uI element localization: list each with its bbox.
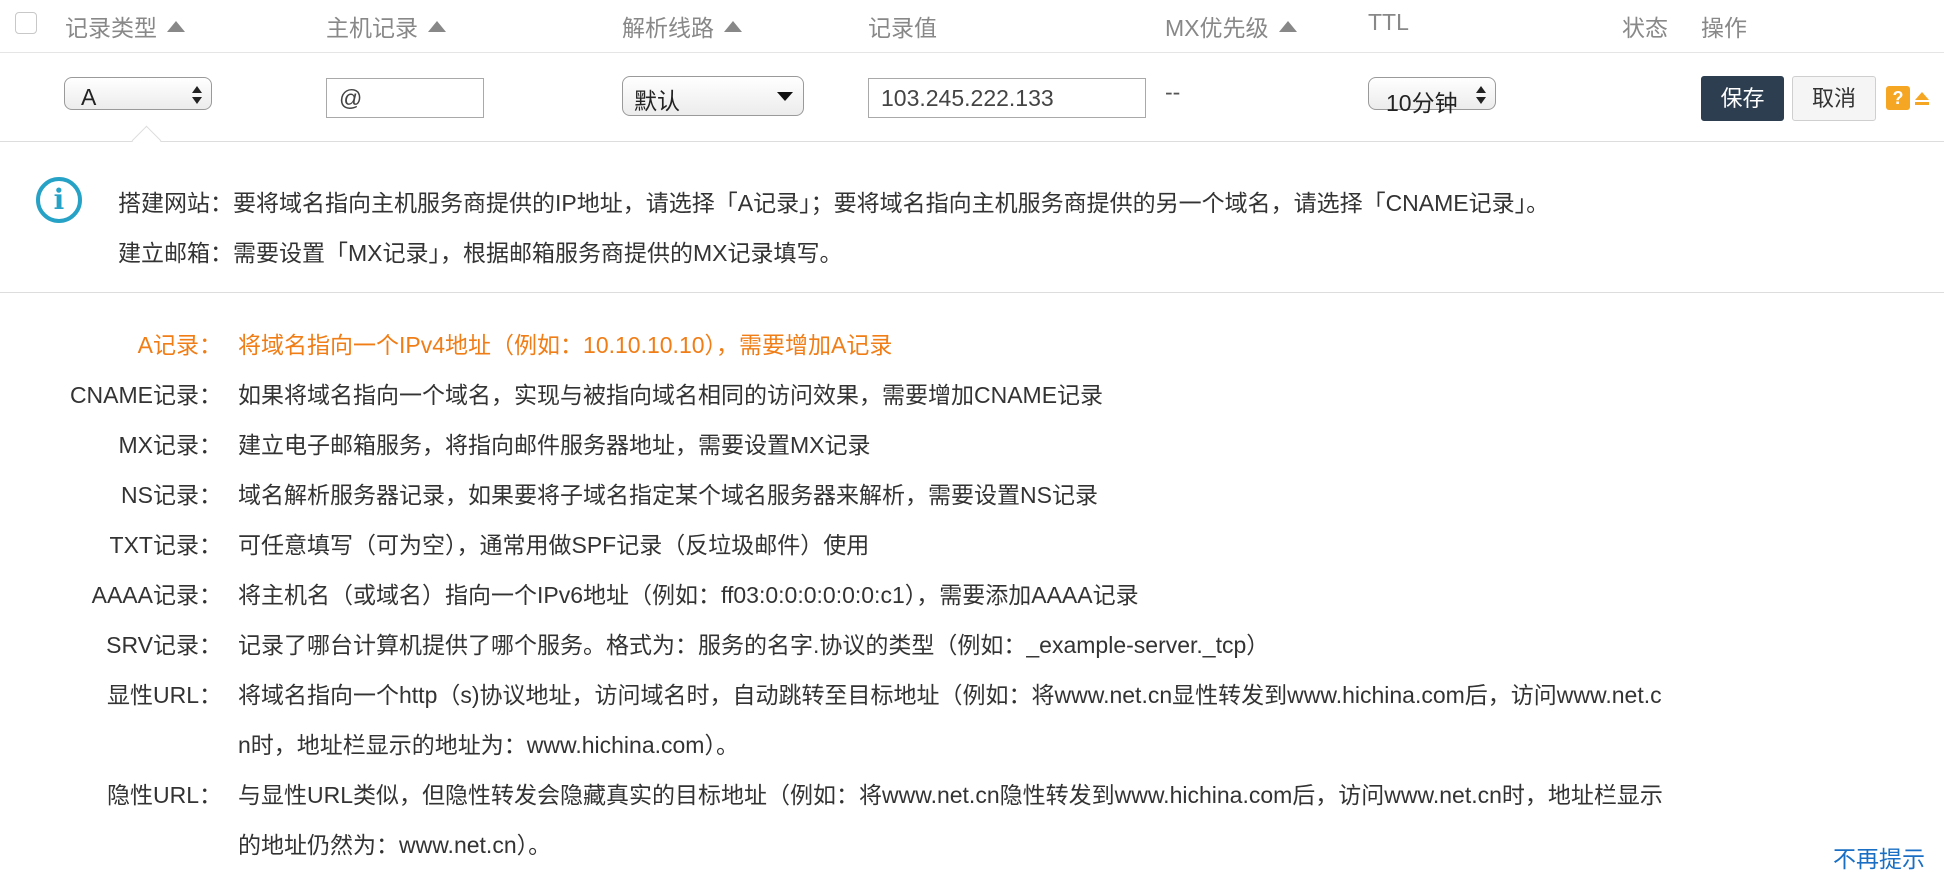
column-host[interactable]: 主机记录 <box>326 9 446 43</box>
ttl-value: 10分钟 <box>1386 90 1458 116</box>
sort-up-icon[interactable] <box>167 21 185 33</box>
column-value: 记录值 <box>868 15 937 41</box>
divider <box>0 292 1944 293</box>
column-label: MX优先级 <box>1165 15 1269 41</box>
record-type-select[interactable]: A <box>64 77 212 110</box>
info-line-website: 搭建网站：要将域名指向主机服务商提供的IP地址，请选择「A记录」；要将域名指向主… <box>118 184 1549 218</box>
column-line[interactable]: 解析线路 <box>622 9 742 43</box>
info-text: 要将域名指向主机服务商提供的IP地址，请选择「A记录」；要将域名指向主机服务商提… <box>233 190 1550 216</box>
line-value: 默认 <box>634 88 680 114</box>
definition-label-explicit-url: 显性URL： <box>106 682 222 708</box>
definition-label-ns: NS记录： <box>121 482 222 508</box>
column-record-type[interactable]: 记录类型 <box>65 9 185 43</box>
definition-text-implicit-url-cont: 的地址仍然为：www.net.cn）。 <box>238 832 552 858</box>
info-label: 建立邮箱： <box>118 240 233 266</box>
record-type-value: A <box>81 84 97 110</box>
definition-label-a: A记录： <box>137 332 222 358</box>
record-value-input[interactable] <box>868 78 1146 118</box>
definition-label-aaaa: AAAA记录： <box>91 582 222 608</box>
info-line-mail: 建立邮箱：需要设置「MX记录」，根据邮箱服务商提供的MX记录填写。 <box>118 234 843 268</box>
select-all-checkbox[interactable] <box>15 12 37 34</box>
stepper-icon <box>192 82 202 108</box>
sort-up-icon[interactable] <box>1278 21 1297 33</box>
info-label: 搭建网站： <box>118 190 233 216</box>
column-label: 主机记录 <box>326 15 418 41</box>
chevron-down-icon <box>777 92 793 101</box>
info-text: 需要设置「MX记录」，根据邮箱服务商提供的MX记录填写。 <box>233 240 843 266</box>
definition-text-explicit-url-cont: n时，地址栏显示的地址为：www.hichina.com）。 <box>238 732 739 758</box>
ttl-select[interactable]: 10分钟 <box>1368 77 1496 116</box>
edit-record-row: A 默认 -- 10分钟 保存 取消 ? <box>0 53 1944 142</box>
definition-text-mx: 建立电子邮箱服务，将指向邮件服务器地址，需要设置MX记录 <box>238 432 871 458</box>
save-button[interactable]: 保存 <box>1701 76 1784 121</box>
sort-up-icon[interactable] <box>724 21 742 33</box>
definition-label-cname: CNAME记录： <box>69 382 222 408</box>
definition-label-implicit-url: 隐性URL： <box>106 782 222 808</box>
sort-up-icon[interactable] <box>428 21 446 33</box>
definition-label-txt: TXT记录： <box>109 532 222 558</box>
definition-text-aaaa: 将主机名（或域名）指向一个IPv6地址（例如：ff03:0:0:0:0:0:0:… <box>238 582 1139 608</box>
column-status: 状态 <box>1622 15 1668 41</box>
stepper-icon <box>1476 82 1486 108</box>
line-select[interactable]: 默认 <box>622 76 804 116</box>
definition-text-ns: 域名解析服务器记录，如果要将子域名指定某个域名服务器来解析，需要设置NS记录 <box>238 482 1098 508</box>
dont-show-again-link[interactable]: 不再提示 <box>1833 840 1925 874</box>
collapse-icon[interactable] <box>1915 92 1929 106</box>
definition-text-txt: 可任意填写（可为空），通常用做SPF记录（反垃圾邮件）使用 <box>238 532 870 558</box>
definition-text-a: 将域名指向一个IPv4地址（例如：10.10.10.10），需要增加A记录 <box>238 332 893 358</box>
column-label: 解析线路 <box>622 15 714 41</box>
column-mx-priority[interactable]: MX优先级 <box>1165 9 1297 43</box>
mx-priority-value: -- <box>1165 79 1181 105</box>
column-label: 记录类型 <box>65 15 157 41</box>
cancel-button[interactable]: 取消 <box>1792 76 1876 121</box>
help-icon[interactable]: ? <box>1886 86 1910 110</box>
column-actions: 操作 <box>1701 15 1747 41</box>
column-ttl: TTL <box>1368 9 1409 35</box>
definition-label-mx: MX记录： <box>118 432 223 458</box>
host-input[interactable] <box>326 78 484 118</box>
definition-label-srv: SRV记录： <box>106 632 222 658</box>
table-header: 记录类型 主机记录 解析线路 记录值 MX优先级 TTL 状态 操作 <box>0 0 1944 53</box>
definition-text-cname: 如果将域名指向一个域名，实现与被指向域名相同的访问效果，需要增加CNAME记录 <box>238 382 1104 408</box>
definition-text-implicit-url: 与显性URL类似，但隐性转发会隐藏真实的目标地址（例如：将www.net.cn隐… <box>238 782 1663 808</box>
info-icon: i <box>36 177 82 223</box>
definition-text-explicit-url: 将域名指向一个http（s)协议地址，访问域名时，自动跳转至目标地址（例如：将w… <box>238 682 1662 708</box>
definition-text-srv: 记录了哪台计算机提供了哪个服务。格式为：服务的名字.协议的类型（例如：_exam… <box>238 632 1270 658</box>
